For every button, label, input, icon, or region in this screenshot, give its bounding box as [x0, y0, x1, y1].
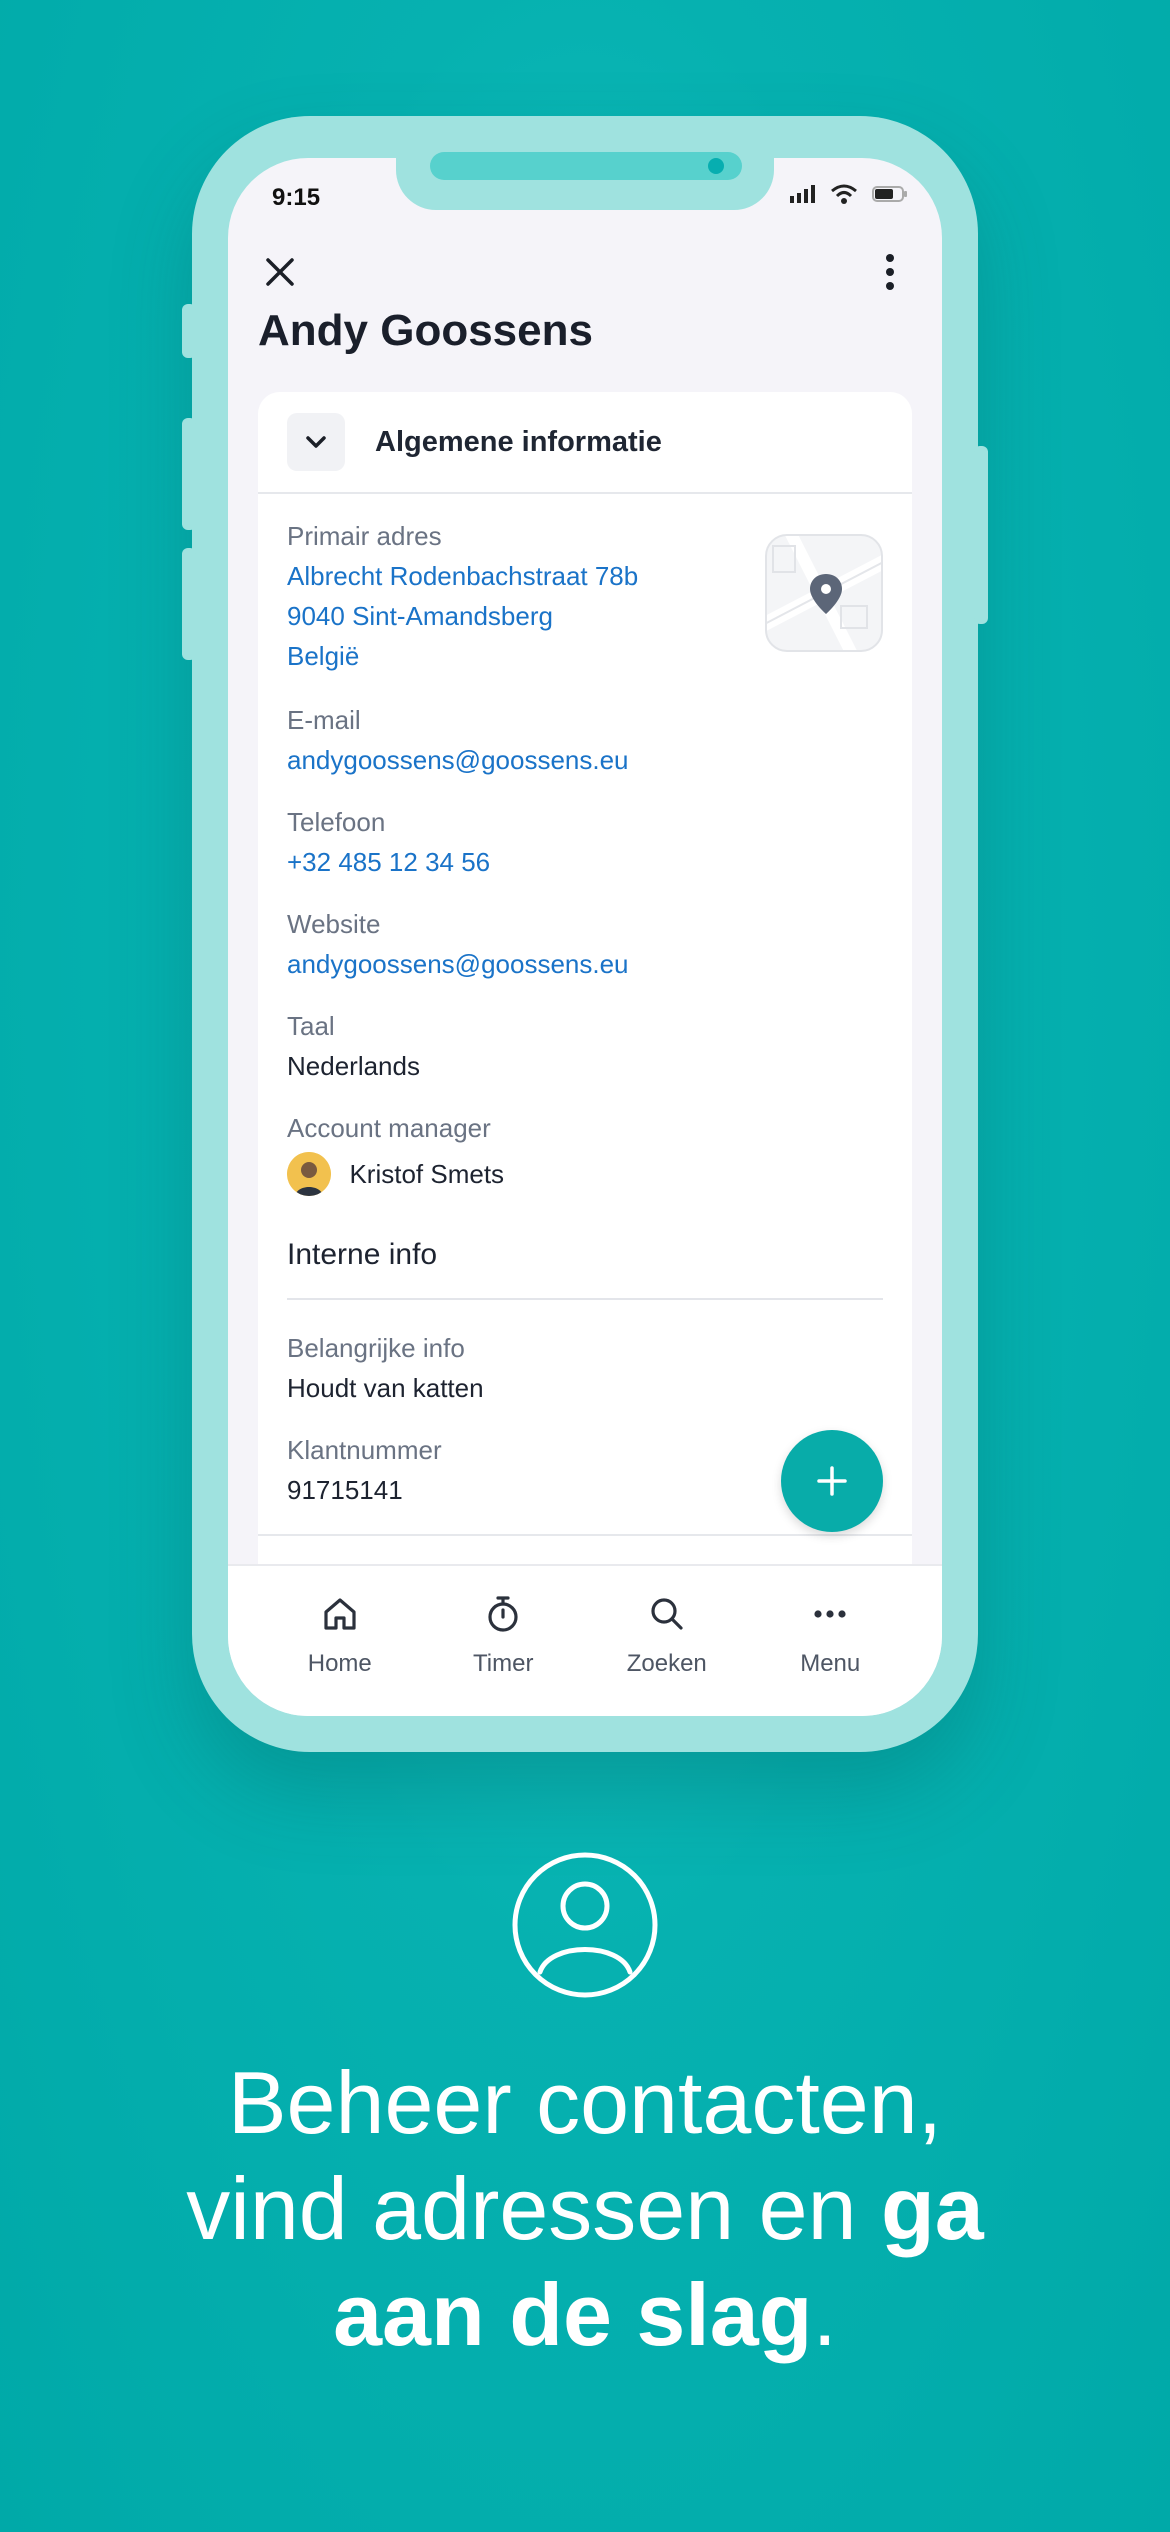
plus-icon	[817, 1466, 847, 1496]
chevron-down-icon	[306, 436, 326, 448]
phone-power-button	[974, 446, 988, 624]
customer-number-value: 91715141	[287, 1475, 403, 1505]
close-icon[interactable]	[262, 254, 298, 290]
map-thumbnail[interactable]	[765, 534, 883, 652]
user-circle-icon	[512, 1852, 658, 1998]
website-value[interactable]: andygoossens@goossens.eu	[287, 944, 629, 984]
avatar	[287, 1152, 331, 1196]
important-info-label: Belangrijke info	[287, 1333, 465, 1363]
status-time: 9:15	[272, 184, 321, 211]
website-label: Website	[287, 909, 381, 939]
important-info-field: Belangrijke info Houdt van katten	[287, 1328, 484, 1408]
card-header[interactable]: Algemene informatie	[258, 392, 912, 494]
address-label: Primair adres	[287, 521, 442, 551]
section-divider	[287, 1298, 883, 1300]
address-line-3[interactable]: België	[287, 636, 638, 676]
tagline: Beheer contacten, vind adressen en ga aa…	[0, 2050, 1170, 2368]
contact-name: Andy Goossens	[258, 306, 593, 355]
general-info-card: Algemene informatie Primair adres Albrec…	[258, 392, 912, 1592]
search-icon	[651, 1598, 683, 1630]
tab-label: Zoeken	[626, 1650, 707, 1677]
tab-label: Timer	[473, 1650, 534, 1677]
address-line-1[interactable]: Albrecht Rodenbachstraat 78b	[287, 556, 638, 596]
phone-field: Telefoon +32 485 12 34 56	[287, 802, 490, 882]
more-vertical-icon[interactable]	[872, 250, 908, 294]
tab-home[interactable]: Home	[265, 1592, 415, 1716]
map-pin-icon	[767, 536, 881, 650]
account-manager-value: Kristof Smets	[349, 1159, 505, 1189]
email-value[interactable]: andygoossens@goossens.eu	[287, 740, 629, 780]
customer-number-label: Klantnummer	[287, 1435, 442, 1465]
tab-label: Home	[307, 1650, 372, 1677]
email-label: E-mail	[287, 705, 361, 735]
language-field: Taal Nederlands	[287, 1006, 420, 1086]
phone-volume-up	[182, 418, 196, 530]
tagline-line-2-bold: ga	[880, 2159, 984, 2258]
tagline-line-3: aan de slag.	[0, 2262, 1170, 2368]
tab-menu[interactable]: Menu	[755, 1592, 905, 1716]
phone-volume-down	[182, 548, 196, 660]
customer-number-field: Klantnummer 91715141	[287, 1430, 442, 1510]
tab-timer[interactable]: Timer	[428, 1592, 578, 1716]
email-field: E-mail andygoossens@goossens.eu	[287, 700, 629, 780]
address-line-2[interactable]: 9040 Sint-Amandsberg	[287, 596, 638, 636]
home-icon	[324, 1598, 356, 1630]
notch-speaker	[430, 152, 742, 180]
wifi-icon	[831, 184, 857, 204]
bottom-tab-bar: Home Timer Zoeken Menu	[228, 1564, 942, 1716]
signal-icon	[790, 185, 815, 203]
internal-info-title: Interne info	[287, 1238, 438, 1271]
address-field: Primair adres Albrecht Rodenbachstraat 7…	[287, 516, 638, 676]
website-field: Website andygoossens@goossens.eu	[287, 904, 629, 984]
notch-camera	[708, 158, 724, 174]
tagline-line-1: Beheer contacten,	[227, 2053, 943, 2152]
important-info-value: Houdt van katten	[287, 1373, 484, 1403]
phone-label: Telefoon	[287, 807, 386, 837]
phone-value[interactable]: +32 485 12 34 56	[287, 842, 490, 882]
divider	[258, 1534, 912, 1536]
language-label: Taal	[287, 1011, 335, 1041]
collapse-button[interactable]	[287, 413, 345, 471]
tagline-line-2: vind adressen en ga	[0, 2156, 1170, 2262]
account-manager-field: Account manager Kristof Smets	[287, 1108, 504, 1196]
battery-icon	[872, 186, 907, 202]
tagline-line-3-bold: aan de slag	[333, 2265, 813, 2364]
phone-side-button	[182, 304, 196, 358]
tagline-line-2-regular: vind adressen en	[186, 2159, 881, 2258]
add-button[interactable]	[781, 1430, 883, 1532]
tagline-line-3-end: .	[812, 2265, 837, 2364]
account-manager-label: Account manager	[287, 1113, 491, 1143]
stopwatch-icon	[488, 1596, 518, 1632]
status-icons	[790, 184, 908, 204]
tab-label: Menu	[800, 1650, 861, 1677]
tab-search[interactable]: Zoeken	[592, 1592, 742, 1716]
more-horizontal-icon	[814, 1610, 846, 1618]
language-value: Nederlands	[287, 1051, 420, 1081]
card-title: Algemene informatie	[375, 425, 662, 458]
